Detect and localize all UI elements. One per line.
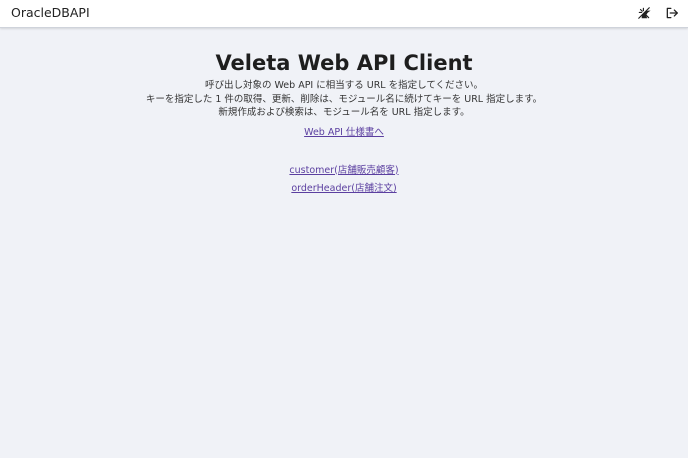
top-app-bar: OracleDBAPI xyxy=(0,0,688,28)
customer-link[interactable]: customer(店舗販売顧客) xyxy=(289,165,398,176)
resource-item-customer: customer(店舗販売顧客) xyxy=(0,164,688,177)
order-header-link[interactable]: orderHeader(店舗注文) xyxy=(291,183,396,194)
logout-icon xyxy=(666,7,678,19)
description: 呼び出し対象の Web API に相当する URL を指定してください。 キーを… xyxy=(0,79,688,120)
resource-item-order-header: orderHeader(店舗注文) xyxy=(0,182,688,195)
api-spec-link[interactable]: Web API 仕様書へ xyxy=(304,126,384,139)
resource-list: customer(店舗販売顧客) orderHeader(店舗注文) xyxy=(0,164,688,196)
description-line: キーを指定した 1 件の取得、更新、削除は、モジュール名に続けてキーを URL … xyxy=(145,93,543,105)
page-title: Veleta Web API Client xyxy=(215,51,473,75)
description-line: 新規作成および検索は、モジュール名を URL 指定します。 xyxy=(218,107,470,118)
app-title: OracleDBAPI xyxy=(11,5,90,20)
logout-button[interactable] xyxy=(665,6,679,20)
theme-toggle-button[interactable] xyxy=(637,6,651,20)
main-content: Veleta Web API Client 呼び出し対象の Web API に相… xyxy=(0,28,688,201)
theme-toggle-icon xyxy=(638,7,651,19)
description-line: 呼び出し対象の Web API に相当する URL を指定してください。 xyxy=(204,80,484,91)
